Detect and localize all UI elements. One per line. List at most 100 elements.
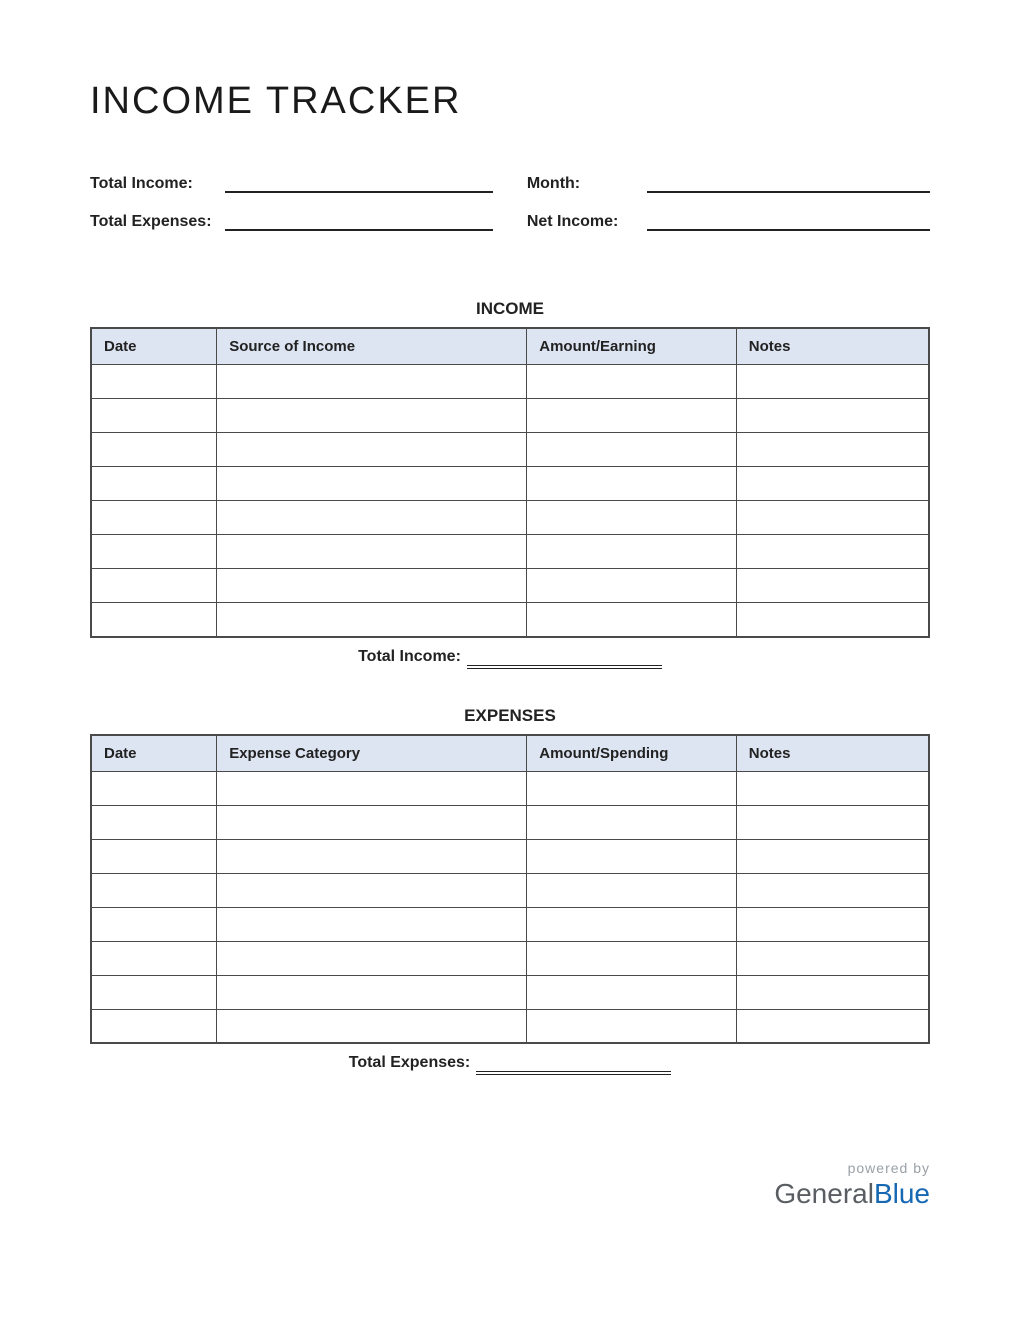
brand-logo: GeneralBlue — [774, 1178, 930, 1210]
income-cell[interactable] — [736, 467, 929, 501]
income-cell[interactable] — [527, 535, 737, 569]
table-row — [91, 535, 929, 569]
month-field[interactable] — [647, 173, 930, 193]
expenses-cell[interactable] — [736, 1009, 929, 1043]
income-cell[interactable] — [736, 501, 929, 535]
expenses-header-amount: Amount/Spending — [527, 735, 737, 772]
expenses-cell[interactable] — [527, 975, 737, 1009]
expenses-section-title: EXPENSES — [90, 706, 930, 726]
expenses-cell[interactable] — [217, 805, 527, 839]
income-cell[interactable] — [527, 569, 737, 603]
expenses-cell[interactable] — [217, 771, 527, 805]
income-cell[interactable] — [91, 365, 217, 399]
income-cell[interactable] — [91, 467, 217, 501]
income-cell[interactable] — [217, 433, 527, 467]
income-cell[interactable] — [527, 501, 737, 535]
income-header-source: Source of Income — [217, 328, 527, 365]
income-cell[interactable] — [217, 365, 527, 399]
table-row — [91, 433, 929, 467]
table-row — [91, 839, 929, 873]
page-title: INCOME TRACKER — [90, 80, 930, 123]
income-cell[interactable] — [91, 535, 217, 569]
expenses-cell[interactable] — [736, 771, 929, 805]
expenses-total-field[interactable] — [476, 1054, 671, 1072]
income-cell[interactable] — [91, 433, 217, 467]
expenses-cell[interactable] — [736, 873, 929, 907]
total-income-field[interactable] — [225, 173, 493, 193]
income-cell[interactable] — [217, 569, 527, 603]
expenses-cell[interactable] — [217, 1009, 527, 1043]
income-cell[interactable] — [217, 399, 527, 433]
income-total-label: Total Income: — [358, 648, 461, 666]
table-row — [91, 603, 929, 637]
expenses-cell[interactable] — [91, 907, 217, 941]
expenses-header-date: Date — [91, 735, 217, 772]
income-cell[interactable] — [527, 433, 737, 467]
expenses-cell[interactable] — [91, 771, 217, 805]
expenses-cell[interactable] — [736, 941, 929, 975]
expenses-cell[interactable] — [91, 805, 217, 839]
expenses-cell[interactable] — [217, 975, 527, 1009]
table-row — [91, 399, 929, 433]
income-cell[interactable] — [736, 399, 929, 433]
table-row — [91, 1009, 929, 1043]
expenses-cell[interactable] — [217, 873, 527, 907]
total-expenses-label: Total Expenses: — [90, 213, 220, 231]
income-cell[interactable] — [736, 365, 929, 399]
footer-branding: powered by GeneralBlue — [774, 1160, 930, 1210]
income-cell[interactable] — [736, 603, 929, 637]
income-cell[interactable] — [217, 603, 527, 637]
income-cell[interactable] — [217, 501, 527, 535]
income-header-amount: Amount/Earning — [527, 328, 737, 365]
summary-section: Total Income: Total Expenses: Month: Net… — [90, 173, 930, 249]
income-cell[interactable] — [91, 603, 217, 637]
expenses-cell[interactable] — [527, 941, 737, 975]
expenses-cell[interactable] — [217, 839, 527, 873]
income-cell[interactable] — [736, 535, 929, 569]
expenses-cell[interactable] — [217, 941, 527, 975]
expenses-cell[interactable] — [527, 805, 737, 839]
income-total-field[interactable] — [467, 648, 662, 666]
expenses-cell[interactable] — [527, 907, 737, 941]
income-cell[interactable] — [736, 433, 929, 467]
powered-by-label: powered by — [774, 1160, 930, 1176]
income-cell[interactable] — [736, 569, 929, 603]
expenses-cell[interactable] — [527, 873, 737, 907]
income-cell[interactable] — [91, 569, 217, 603]
expenses-cell[interactable] — [91, 839, 217, 873]
income-cell[interactable] — [527, 603, 737, 637]
net-income-label: Net Income: — [527, 213, 642, 231]
income-cell[interactable] — [527, 399, 737, 433]
total-expenses-field[interactable] — [225, 211, 493, 231]
table-row — [91, 805, 929, 839]
income-header-date: Date — [91, 328, 217, 365]
income-cell[interactable] — [217, 535, 527, 569]
total-income-label: Total Income: — [90, 175, 220, 193]
expenses-cell[interactable] — [91, 873, 217, 907]
income-cell[interactable] — [91, 501, 217, 535]
income-header-notes: Notes — [736, 328, 929, 365]
expenses-cell[interactable] — [91, 975, 217, 1009]
expenses-cell[interactable] — [736, 975, 929, 1009]
income-cell[interactable] — [527, 365, 737, 399]
expenses-cell[interactable] — [736, 805, 929, 839]
expenses-cell[interactable] — [91, 941, 217, 975]
table-row — [91, 907, 929, 941]
net-income-field[interactable] — [647, 211, 930, 231]
expenses-cell[interactable] — [527, 839, 737, 873]
expenses-cell[interactable] — [736, 839, 929, 873]
expenses-cell[interactable] — [91, 1009, 217, 1043]
expenses-cell[interactable] — [736, 907, 929, 941]
expenses-cell[interactable] — [217, 907, 527, 941]
table-row — [91, 501, 929, 535]
income-cell[interactable] — [527, 467, 737, 501]
expenses-table: Date Expense Category Amount/Spending No… — [90, 734, 930, 1045]
table-row — [91, 771, 929, 805]
table-row — [91, 365, 929, 399]
income-cell[interactable] — [217, 467, 527, 501]
income-section-title: INCOME — [90, 299, 930, 319]
expenses-cell[interactable] — [527, 1009, 737, 1043]
expenses-cell[interactable] — [527, 771, 737, 805]
expenses-header-category: Expense Category — [217, 735, 527, 772]
income-cell[interactable] — [91, 399, 217, 433]
